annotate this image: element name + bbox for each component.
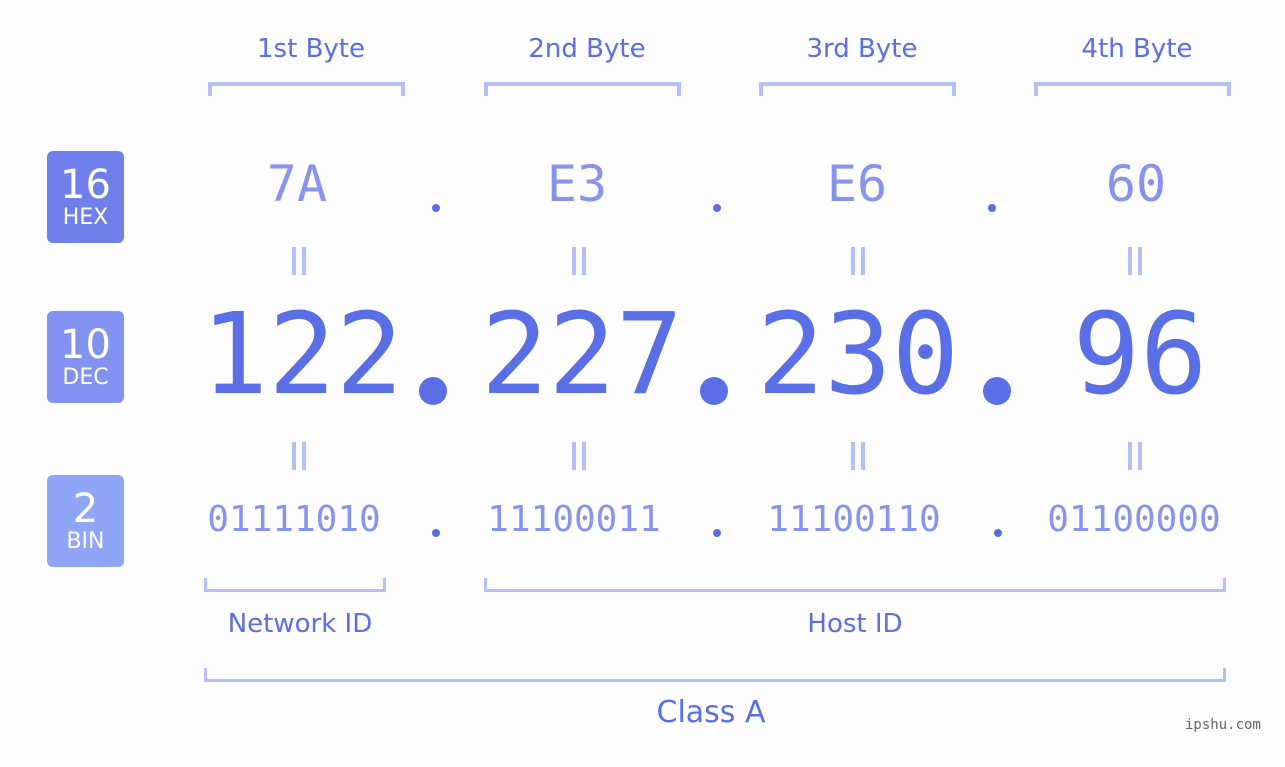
byte-label-3: 3rd Byte bbox=[806, 34, 918, 64]
byte-label-4: 4th Byte bbox=[1081, 34, 1193, 64]
host-id-bracket bbox=[484, 578, 1226, 592]
dec-dot-3 bbox=[983, 377, 1011, 405]
dec-badge-base: 10 bbox=[60, 322, 111, 368]
dec-dot-1 bbox=[419, 377, 447, 405]
hex-value-4: 60 bbox=[1105, 155, 1167, 213]
equals-icon bbox=[572, 247, 586, 275]
equals-icon bbox=[292, 247, 306, 275]
byte-label-1: 1st Byte bbox=[257, 34, 365, 64]
hex-badge: 16 HEX bbox=[47, 151, 124, 243]
hex-dot-1 bbox=[432, 204, 440, 212]
byte-label-2: 2nd Byte bbox=[528, 34, 646, 64]
hex-value-1: 7A bbox=[266, 155, 328, 213]
bin-dot-3 bbox=[994, 529, 1002, 537]
hex-value-3: E6 bbox=[826, 155, 888, 213]
bin-value-1: 01111010 bbox=[207, 499, 381, 540]
bin-value-2: 11100011 bbox=[487, 499, 661, 540]
hex-badge-base: 16 bbox=[60, 162, 111, 208]
dec-badge: 10 DEC bbox=[47, 311, 124, 403]
hex-value-2: E3 bbox=[546, 155, 608, 213]
bin-value-3: 11100110 bbox=[767, 499, 941, 540]
byte-bracket-1 bbox=[208, 82, 405, 96]
network-id-label: Network ID bbox=[227, 609, 373, 639]
dec-value-2: 227 bbox=[480, 290, 684, 420]
byte-bracket-4 bbox=[1034, 82, 1231, 96]
bin-badge-base: 2 bbox=[72, 486, 99, 532]
byte-bracket-3 bbox=[759, 82, 956, 96]
dec-value-4: 96 bbox=[1072, 290, 1208, 420]
hex-dot-2 bbox=[713, 204, 721, 212]
byte-bracket-2 bbox=[484, 82, 681, 96]
dec-value-3: 230 bbox=[756, 290, 960, 420]
hex-badge-unit: HEX bbox=[62, 205, 109, 230]
equals-icon bbox=[1128, 247, 1142, 275]
network-id-bracket bbox=[204, 578, 386, 592]
equals-icon bbox=[1128, 442, 1142, 470]
equals-icon bbox=[851, 247, 865, 275]
equals-icon bbox=[292, 442, 306, 470]
dec-badge-unit: DEC bbox=[62, 365, 109, 390]
equals-icon bbox=[572, 442, 586, 470]
bin-badge: 2 BIN bbox=[47, 475, 124, 567]
dec-dot-2 bbox=[700, 377, 728, 405]
hex-dot-3 bbox=[988, 204, 996, 212]
bin-dot-2 bbox=[713, 529, 721, 537]
equals-icon bbox=[851, 442, 865, 470]
bin-dot-1 bbox=[432, 529, 440, 537]
host-id-label: Host ID bbox=[807, 609, 903, 639]
class-label: Class A bbox=[656, 695, 766, 730]
bin-badge-unit: BIN bbox=[66, 529, 105, 554]
dec-value-1: 122 bbox=[200, 290, 404, 420]
watermark: ipshu.com bbox=[1185, 717, 1261, 733]
bin-value-4: 01100000 bbox=[1047, 499, 1221, 540]
class-bracket bbox=[204, 668, 1226, 682]
